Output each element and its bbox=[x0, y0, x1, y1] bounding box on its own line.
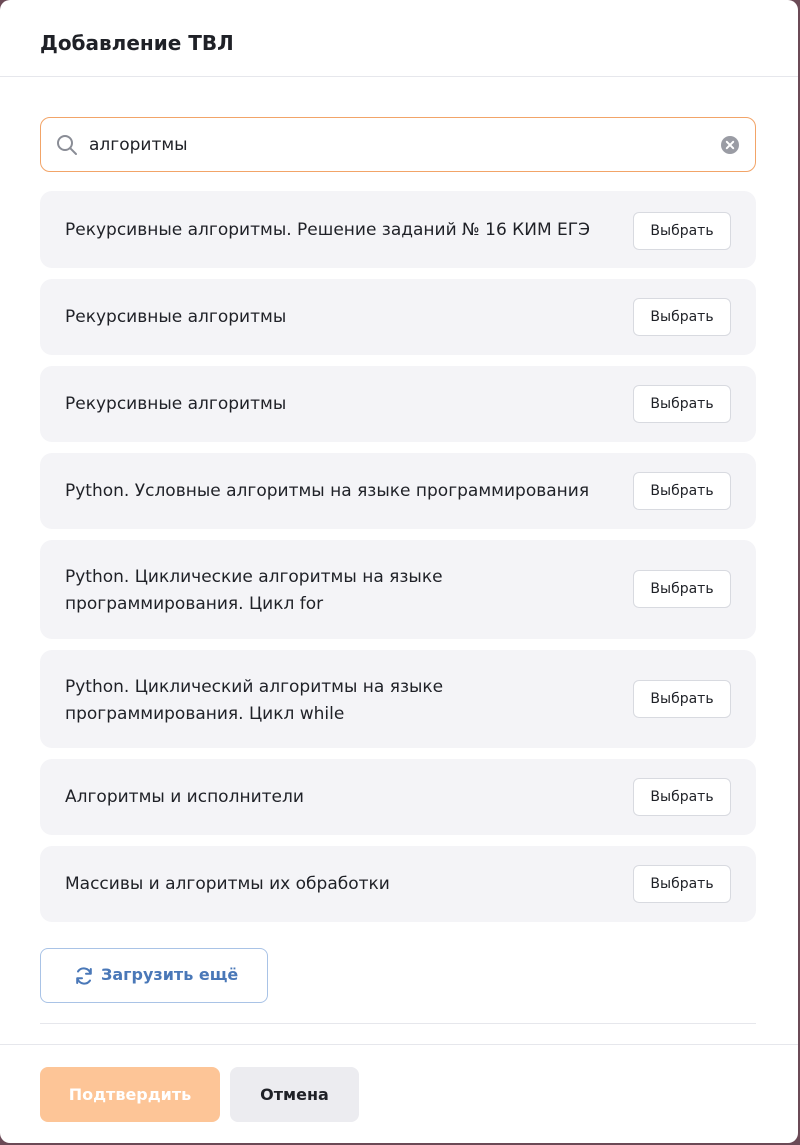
list-item: Массивы и алгоритмы их обработки Выбрать bbox=[40, 846, 756, 922]
search-icon bbox=[57, 135, 77, 155]
select-button[interactable]: Выбрать bbox=[633, 212, 731, 250]
select-button[interactable]: Выбрать bbox=[633, 570, 731, 608]
list-item: Python. Условные алгоритмы на языке прог… bbox=[40, 453, 756, 529]
item-label: Рекурсивные алгоритмы. Решение заданий №… bbox=[65, 220, 591, 240]
select-button[interactable]: Выбрать bbox=[633, 778, 731, 816]
select-button[interactable]: Выбрать bbox=[633, 298, 731, 336]
item-label: Python. Циклические алгоритмы на языке п… bbox=[65, 567, 443, 614]
list-item: Рекурсивные алгоритмы Выбрать bbox=[40, 366, 756, 442]
item-label: Рекурсивные алгоритмы bbox=[65, 307, 287, 327]
select-button[interactable]: Выбрать bbox=[633, 865, 731, 903]
list-item: Python. Циклический алгоритмы на языке п… bbox=[40, 650, 756, 748]
select-button[interactable]: Выбрать bbox=[633, 472, 731, 510]
load-more-label: Загрузить ещё bbox=[101, 965, 239, 984]
list-item: Python. Циклические алгоритмы на языке п… bbox=[40, 540, 756, 639]
load-more-button[interactable]: Загрузить ещё bbox=[40, 948, 268, 1003]
item-label: Python. Условные алгоритмы на языке прог… bbox=[65, 481, 590, 501]
list-item: Алгоритмы и исполнители Выбрать bbox=[40, 759, 756, 835]
modal-title: Добавление ТВЛ bbox=[40, 31, 234, 55]
add-tvl-modal: Добавление ТВЛ Рекурсивные алгоритмы. Ре… bbox=[0, 0, 798, 1143]
search-field[interactable] bbox=[40, 117, 756, 172]
item-label: Алгоритмы и исполнители bbox=[65, 787, 304, 807]
list-item: Рекурсивные алгоритмы. Решение заданий №… bbox=[40, 191, 756, 268]
select-button[interactable]: Выбрать bbox=[633, 385, 731, 423]
search-input[interactable] bbox=[89, 118, 709, 171]
item-label: Рекурсивные алгоритмы bbox=[65, 394, 287, 414]
modal-header: Добавление ТВЛ bbox=[0, 0, 798, 77]
select-button[interactable]: Выбрать bbox=[633, 680, 731, 718]
item-label: Python. Циклический алгоритмы на языке п… bbox=[65, 677, 444, 724]
modal-footer: Подтвердить Отмена bbox=[0, 1044, 798, 1143]
list-item: Рекурсивные алгоритмы Выбрать bbox=[40, 279, 756, 355]
clear-icon[interactable] bbox=[720, 135, 740, 155]
confirm-button[interactable]: Подтвердить bbox=[40, 1067, 220, 1122]
refresh-icon bbox=[76, 967, 92, 985]
item-label: Массивы и алгоритмы их обработки bbox=[65, 874, 390, 894]
cancel-button[interactable]: Отмена bbox=[230, 1067, 359, 1122]
divider bbox=[40, 1023, 756, 1024]
